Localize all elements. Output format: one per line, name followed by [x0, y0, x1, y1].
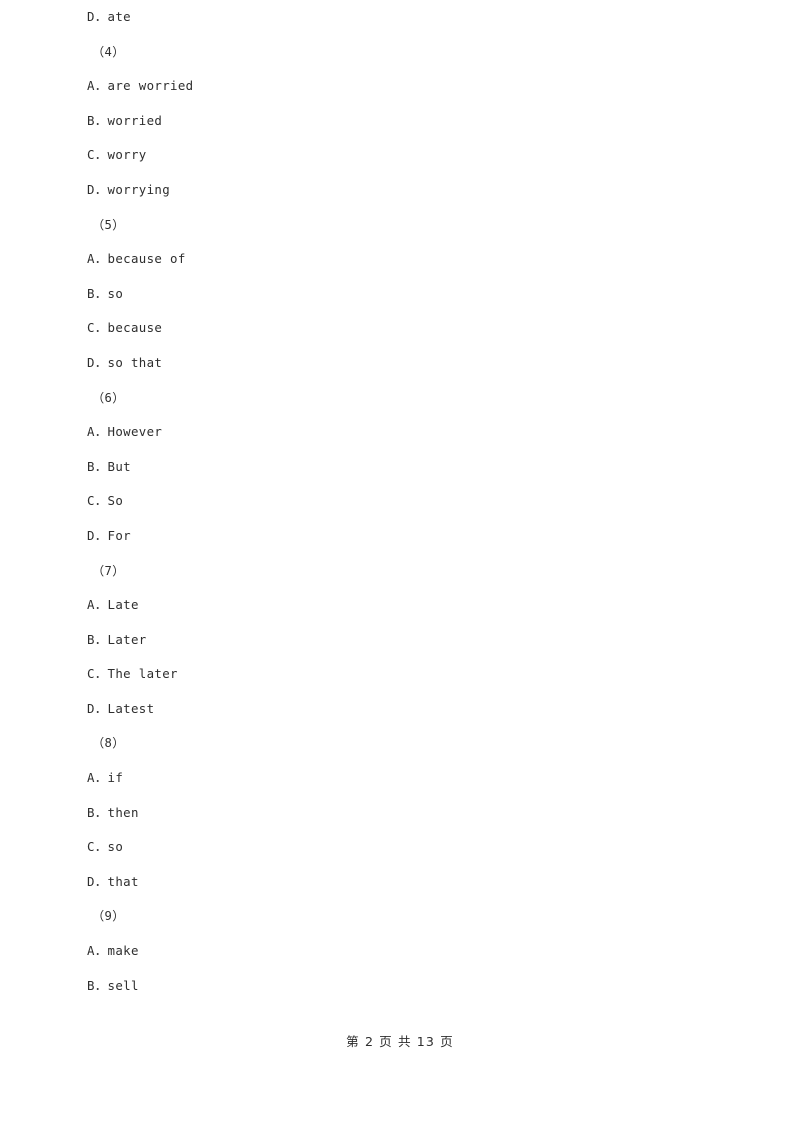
- question-options-list: D．ate （4） A．are worried B．worried C．worry D．w…: [0, 0, 800, 1003]
- answer-option: A．However: [87, 424, 163, 440]
- answer-option: D．that: [87, 873, 139, 889]
- answer-option: A．if: [87, 770, 124, 786]
- answer-option: B．sell: [87, 977, 139, 993]
- question-number: （9）: [92, 909, 125, 924]
- answer-option: D．ate: [87, 9, 131, 24]
- answer-option: C．because: [87, 320, 163, 336]
- answer-option: C．The later: [87, 666, 178, 682]
- answer-option: B．so: [87, 285, 124, 301]
- answer-option: A．Late: [87, 597, 139, 613]
- question-number: （7）: [92, 563, 125, 578]
- answer-option: A．are worried: [87, 78, 194, 94]
- answer-option: B．Later: [87, 631, 147, 647]
- answer-option: D．so that: [87, 354, 163, 370]
- question-number: （8）: [92, 736, 125, 751]
- answer-option: B．But: [87, 458, 131, 474]
- answer-option: D．For: [87, 527, 131, 543]
- answer-option: D．worrying: [87, 181, 171, 197]
- question-number: （6）: [92, 390, 125, 405]
- answer-option: C．so: [87, 839, 124, 855]
- question-number: （5）: [92, 217, 125, 232]
- answer-option: B．worried: [87, 112, 163, 128]
- answer-option: D．Latest: [87, 700, 155, 716]
- question-number: （4）: [92, 44, 125, 59]
- answer-option: C．So: [87, 493, 124, 509]
- document-page: D．ate （4） A．are worried B．worried C．worry D．w…: [0, 0, 800, 1132]
- answer-option: A．make: [87, 943, 139, 959]
- answer-option: B．then: [87, 804, 139, 820]
- answer-option: C．worry: [87, 147, 147, 163]
- answer-option: A．because of: [87, 251, 186, 267]
- page-footer: 第 2 页 共 13 页: [346, 1034, 454, 1049]
